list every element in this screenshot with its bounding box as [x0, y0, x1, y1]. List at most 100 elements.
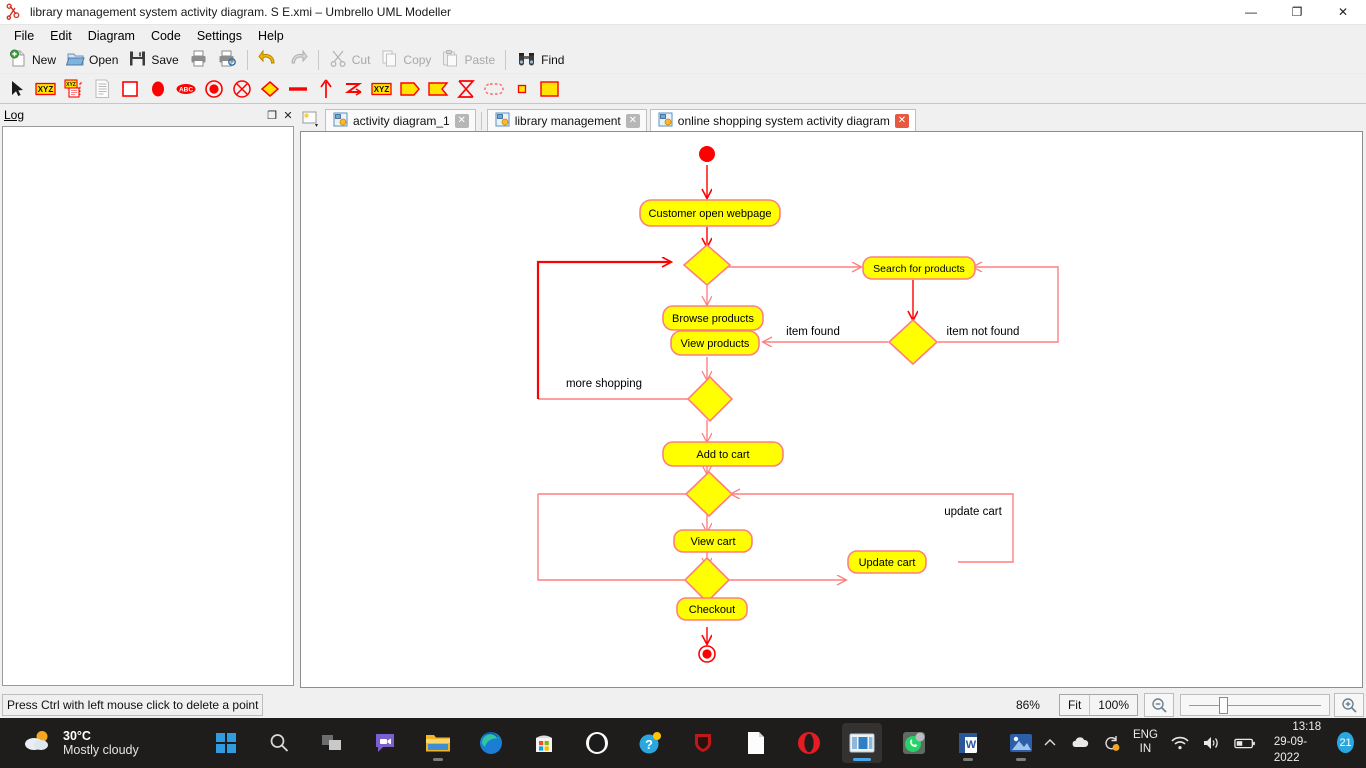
- node-update-cart[interactable]: Update cart: [847, 550, 927, 574]
- tab-online-shopping-system-activity-diagram[interactable]: online shopping system activity diagram …: [649, 109, 916, 131]
- node-view-products[interactable]: View products: [670, 330, 760, 356]
- tab-list-button[interactable]: [300, 109, 322, 131]
- zoom-slider[interactable]: [1180, 694, 1330, 716]
- opera-browser-button[interactable]: [789, 723, 829, 763]
- battery-button[interactable]: [1234, 732, 1256, 754]
- mcafee-button[interactable]: [683, 723, 723, 763]
- precondition-tool[interactable]: [536, 76, 564, 102]
- log-dock-close-button[interactable]: ✕: [280, 107, 296, 123]
- region-tool[interactable]: [480, 76, 508, 102]
- menu-edit[interactable]: Edit: [42, 27, 80, 45]
- decision-branch-tool[interactable]: [256, 76, 284, 102]
- find-button[interactable]: Find: [511, 48, 569, 72]
- menu-file[interactable]: File: [6, 27, 42, 45]
- fit-button[interactable]: Fit: [1060, 695, 1089, 715]
- update-tray-button[interactable]: [1103, 732, 1121, 754]
- wifi-button[interactable]: [1170, 732, 1190, 754]
- clock-widget[interactable]: 13:18 29-09-2022: [1274, 720, 1321, 767]
- print-preview-button[interactable]: [213, 48, 242, 72]
- object-node-tool[interactable]: XYZ: [32, 76, 60, 102]
- redo-button[interactable]: [283, 48, 313, 72]
- node-browse-products[interactable]: Browse products: [662, 305, 764, 331]
- microsoft-store-button[interactable]: [524, 723, 564, 763]
- node-customer-open-webpage[interactable]: Customer open webpage: [639, 199, 781, 227]
- log-dock-content[interactable]: [2, 126, 294, 686]
- log-dock-float-button[interactable]: ❐: [264, 107, 280, 123]
- note-object-tool[interactable]: XYZ: [60, 76, 88, 102]
- task-view-button[interactable]: [312, 723, 352, 763]
- open-button[interactable]: Open: [61, 48, 123, 72]
- maximize-button[interactable]: ❐: [1274, 0, 1320, 25]
- zoom-in-button[interactable]: [1334, 693, 1364, 717]
- save-button[interactable]: Save: [123, 48, 183, 72]
- end-activity-tool[interactable]: [200, 76, 228, 102]
- node-search-for-products[interactable]: Search for products: [862, 256, 976, 280]
- new-button[interactable]: New: [4, 48, 61, 72]
- menu-settings[interactable]: Settings: [189, 27, 250, 45]
- note-tool[interactable]: [88, 76, 116, 102]
- photos-button[interactable]: [1001, 723, 1041, 763]
- node-decision-search[interactable]: [887, 318, 939, 366]
- undo-button[interactable]: [253, 48, 283, 72]
- diagram-canvas[interactable]: item found item not found more shopping …: [300, 131, 1363, 688]
- tab-activity-diagram-1[interactable]: activity diagram_1 ✕: [325, 109, 476, 131]
- small-object-tool[interactable]: [508, 76, 536, 102]
- exception-tool[interactable]: [340, 76, 368, 102]
- final-activity-tool[interactable]: [228, 76, 256, 102]
- brave-browser-button[interactable]: [577, 723, 617, 763]
- select-pointer-tool[interactable]: [4, 76, 32, 102]
- help-support-button[interactable]: ?: [630, 723, 670, 763]
- word-icon: W: [959, 733, 978, 753]
- volume-button[interactable]: [1202, 732, 1222, 754]
- close-button[interactable]: ✕: [1320, 0, 1366, 25]
- microsoft-edge-button[interactable]: [471, 723, 511, 763]
- copy-button[interactable]: Copy: [375, 48, 436, 72]
- umbrello-taskbar-button[interactable]: [842, 723, 883, 763]
- notification-badge[interactable]: 21: [1337, 732, 1354, 754]
- activity-box-tool[interactable]: [116, 76, 144, 102]
- notepad-button[interactable]: [736, 723, 776, 763]
- node-decision-4[interactable]: [683, 556, 731, 604]
- show-hidden-icons-button[interactable]: [1041, 732, 1059, 754]
- accept-signal-tool[interactable]: [424, 76, 452, 102]
- onedrive-tray-button[interactable]: [1071, 732, 1091, 754]
- zoom-slider-thumb[interactable]: [1219, 697, 1228, 714]
- node-view-cart[interactable]: View cart: [673, 529, 753, 553]
- initial-activity-tool[interactable]: [144, 76, 172, 102]
- zoom-out-button[interactable]: [1144, 693, 1174, 717]
- menu-code[interactable]: Code: [143, 27, 189, 45]
- send-signal-tool[interactable]: [396, 76, 424, 102]
- taskbar-weather-widget[interactable]: 30°C Mostly cloudy: [0, 728, 206, 759]
- menu-diagram[interactable]: Diagram: [80, 27, 143, 45]
- taskbar-search-button[interactable]: [259, 723, 299, 763]
- activity-transition-tool[interactable]: [312, 76, 340, 102]
- minimize-button[interactable]: —: [1228, 0, 1274, 25]
- microsoft-word-button[interactable]: W: [948, 723, 988, 763]
- diagram-tab-icon: [333, 112, 348, 130]
- whatsapp-button[interactable]: [895, 723, 935, 763]
- node-decision-2[interactable]: [686, 375, 734, 423]
- file-explorer-button[interactable]: [418, 723, 458, 763]
- print-button[interactable]: [184, 48, 213, 72]
- activity-state-tool[interactable]: ABC: [172, 76, 200, 102]
- paste-button[interactable]: Paste: [436, 48, 500, 72]
- node-initial[interactable]: [699, 146, 715, 162]
- accept-time-event-tool[interactable]: [452, 76, 480, 102]
- teams-chat-button[interactable]: [365, 723, 405, 763]
- menu-help[interactable]: Help: [250, 27, 292, 45]
- node-decision-1[interactable]: [682, 243, 732, 287]
- node-decision-3[interactable]: [684, 470, 734, 518]
- tab-library-management[interactable]: library management ✕: [486, 109, 647, 131]
- fork-join-tool[interactable]: [284, 76, 312, 102]
- node-add-to-cart[interactable]: Add to cart: [662, 441, 784, 467]
- node-checkout[interactable]: Checkout: [676, 597, 748, 621]
- language-indicator[interactable]: ENG IN: [1133, 729, 1158, 757]
- tab-close-icon[interactable]: ✕: [894, 113, 909, 128]
- tab-close-icon[interactable]: ✕: [454, 113, 469, 128]
- tab-close-icon[interactable]: ✕: [625, 113, 640, 128]
- zoom-100-button[interactable]: 100%: [1090, 695, 1137, 715]
- node-final[interactable]: [698, 645, 716, 663]
- pin-tool[interactable]: XYZ: [368, 76, 396, 102]
- start-button[interactable]: [206, 723, 246, 763]
- cut-button[interactable]: Cut: [324, 48, 376, 72]
